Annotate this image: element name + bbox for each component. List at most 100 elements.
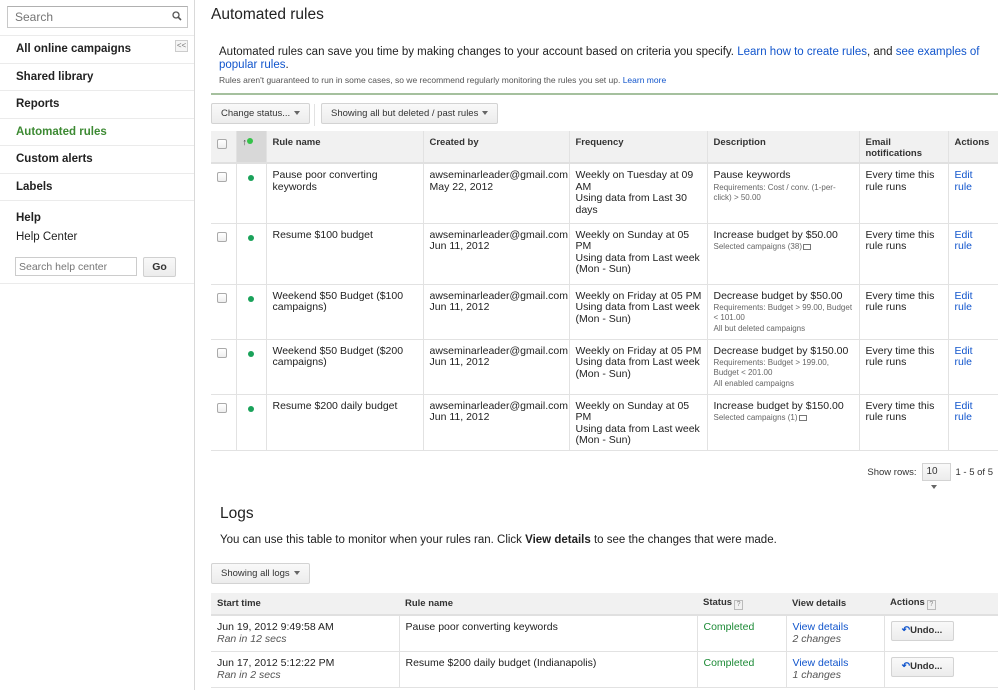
sidebar-item-shared-library[interactable]: Shared library [0, 64, 194, 91]
sidebar-item-label: Shared library [16, 70, 94, 83]
description-scope: All enabled campaigns [713, 379, 795, 388]
help-title: Help [16, 212, 41, 224]
log-rule-name-cell: Pause poor converting keywords [399, 615, 698, 652]
row-select-cell [211, 394, 237, 451]
frequency-header[interactable]: Frequency [569, 131, 708, 164]
enabled-status-dot-icon[interactable] [247, 350, 254, 357]
pagination: Show rows: 10 1 - 5 of 5 [867, 463, 993, 490]
logs-intro: You can use this table to monitor when y… [220, 534, 777, 546]
enabled-status-dot-icon[interactable] [247, 405, 254, 412]
actions-cell: Edit rule [948, 223, 998, 285]
row-checkbox[interactable] [217, 231, 227, 242]
creator-email: awseminarleader@gmail.com [429, 228, 568, 241]
log-actions-header: Actions? [884, 593, 998, 616]
description-scope: All but deleted campaigns [713, 324, 806, 333]
frequency-data-range: Using data from Last week (Mon - Sun) [575, 301, 700, 325]
description-detail: Selected campaigns (38) [714, 242, 854, 252]
comment-icon[interactable] [803, 244, 811, 250]
logs-intro-bold: View details [525, 534, 591, 546]
email-notification-cell: Every time this rule runs [859, 163, 949, 224]
view-details-link[interactable]: View details [793, 657, 849, 669]
undo-icon: ↶ [901, 660, 911, 672]
rules-filter-dropdown[interactable]: Showing all but deleted / past rules [321, 103, 499, 124]
edit-rule-link[interactable]: Edit rule [955, 229, 973, 253]
logs-intro-after: to see the changes that were made. [590, 534, 777, 546]
edit-rule-link[interactable]: Edit rule [955, 169, 973, 193]
select-all-checkbox[interactable] [217, 139, 227, 149]
sidebar-item-labels[interactable]: Labels [0, 174, 194, 201]
rule-name-cell: Resume $200 daily budget [266, 394, 424, 451]
rows-per-page-select[interactable]: 10 [921, 463, 951, 490]
rule-name-cell: Resume $100 budget [266, 223, 424, 285]
row-select-cell [211, 163, 237, 224]
rule-name-cell: Weekend $50 Budget ($200 campaigns) [266, 339, 424, 395]
created-by-header[interactable]: Created by [423, 131, 570, 164]
email-notifications-header[interactable]: Email notifications [859, 131, 949, 164]
row-select-cell [211, 339, 237, 395]
sidebar-item-all-online-campaigns[interactable]: All online campaigns << [0, 36, 194, 64]
undo-icon: ↶ [901, 625, 911, 636]
status-header[interactable]: Status? [697, 593, 786, 616]
status-sort-header[interactable]: ↑ [236, 131, 267, 164]
enabled-status-dot-icon[interactable] [247, 295, 254, 302]
collapse-sidebar-icon[interactable]: << [175, 40, 188, 52]
row-checkbox[interactable] [217, 402, 227, 413]
rule-name-cell: Pause poor converting keywords [266, 163, 424, 224]
row-checkbox[interactable] [217, 347, 227, 358]
rule-name-cell: Weekend $50 Budget ($100 campaigns) [266, 284, 424, 340]
show-rows-label: Show rows: [867, 466, 917, 478]
view-details-link[interactable]: View details [793, 621, 849, 633]
enabled-status-dot-icon[interactable] [247, 175, 254, 181]
row-checkbox[interactable] [217, 292, 227, 303]
rule-name-header[interactable]: Rule name [266, 131, 424, 164]
description-detail: Requirements: Budget > 199.00, Budget < … [714, 358, 854, 378]
sidebar-search-box[interactable] [7, 6, 188, 28]
logs-title: Logs [220, 505, 254, 522]
rules-filter-label: Showing all but deleted / past rules [331, 108, 479, 119]
logs-filter-dropdown[interactable]: Showing all logs [211, 563, 310, 584]
row-checkbox[interactable] [217, 172, 227, 182]
actions-cell: Edit rule [948, 394, 998, 451]
edit-rule-link[interactable]: Edit rule [955, 345, 973, 369]
start-time-header[interactable]: Start time [211, 593, 399, 616]
enabled-status-dot-icon[interactable] [247, 234, 254, 241]
created-by-cell: awseminarleader@gmail.com Jun 11, 2012 [423, 223, 570, 285]
rule-status-cell [236, 394, 267, 451]
help-icon[interactable]: ? [734, 600, 744, 610]
sidebar-item-label: Reports [16, 98, 60, 110]
log-row: Jun 19, 2012 9:49:58 AM Ran in 12 secs Pau… [211, 615, 998, 652]
frequency-schedule: Weekly on Sunday at 05 PM [575, 399, 690, 423]
edit-rule-link[interactable]: Edit rule [955, 290, 973, 314]
undo-button[interactable]: ↶Undo... [890, 656, 954, 677]
sidebar-search-input[interactable] [8, 7, 163, 27]
search-icon[interactable] [171, 10, 183, 22]
sidebar-item-label: Automated rules [16, 125, 107, 138]
change-status-button[interactable]: Change status... [211, 103, 311, 124]
sidebar-item-automated-rules[interactable]: Automated rules [0, 119, 194, 146]
edit-rule-link[interactable]: Edit rule [955, 400, 973, 424]
chevron-down-icon [294, 111, 301, 116]
comment-icon[interactable] [798, 415, 807, 421]
description-main: Pause keywords [713, 169, 791, 181]
sidebar-item-reports[interactable]: Reports [0, 91, 194, 119]
created-date: May 22, 2012 [429, 180, 494, 193]
help-search-input[interactable] [15, 257, 137, 276]
learn-more-link[interactable]: Learn more [623, 75, 666, 85]
log-rule-name-header[interactable]: Rule name [399, 593, 697, 616]
sidebar-item-custom-alerts[interactable]: Custom alerts [0, 146, 194, 174]
creator-email: awseminarleader@gmail.com [429, 399, 568, 412]
undo-button[interactable]: ↶Undo... [890, 621, 954, 641]
help-icon[interactable]: ? [926, 600, 936, 610]
creator-email: awseminarleader@gmail.com [429, 344, 568, 357]
learn-create-rules-link[interactable]: Learn how to create rules [737, 46, 867, 58]
frequency-schedule: Weekly on Friday at 05 PM [575, 344, 702, 357]
help-center-link[interactable]: Help Center [16, 231, 77, 243]
description-main: Decrease budget by $50.00 [713, 289, 843, 302]
go-button[interactable]: Go [143, 257, 176, 277]
row-select-cell [211, 284, 237, 340]
sidebar: All online campaigns << Shared library R… [0, 0, 195, 690]
frequency-cell: Weekly on Friday at 05 PM Using data from… [569, 284, 708, 340]
description-header[interactable]: Description [707, 131, 860, 164]
sidebar-nav: All online campaigns << Shared library R… [0, 35, 194, 201]
logs-table-header: Start time Rule name Status? View detail… [211, 593, 998, 616]
